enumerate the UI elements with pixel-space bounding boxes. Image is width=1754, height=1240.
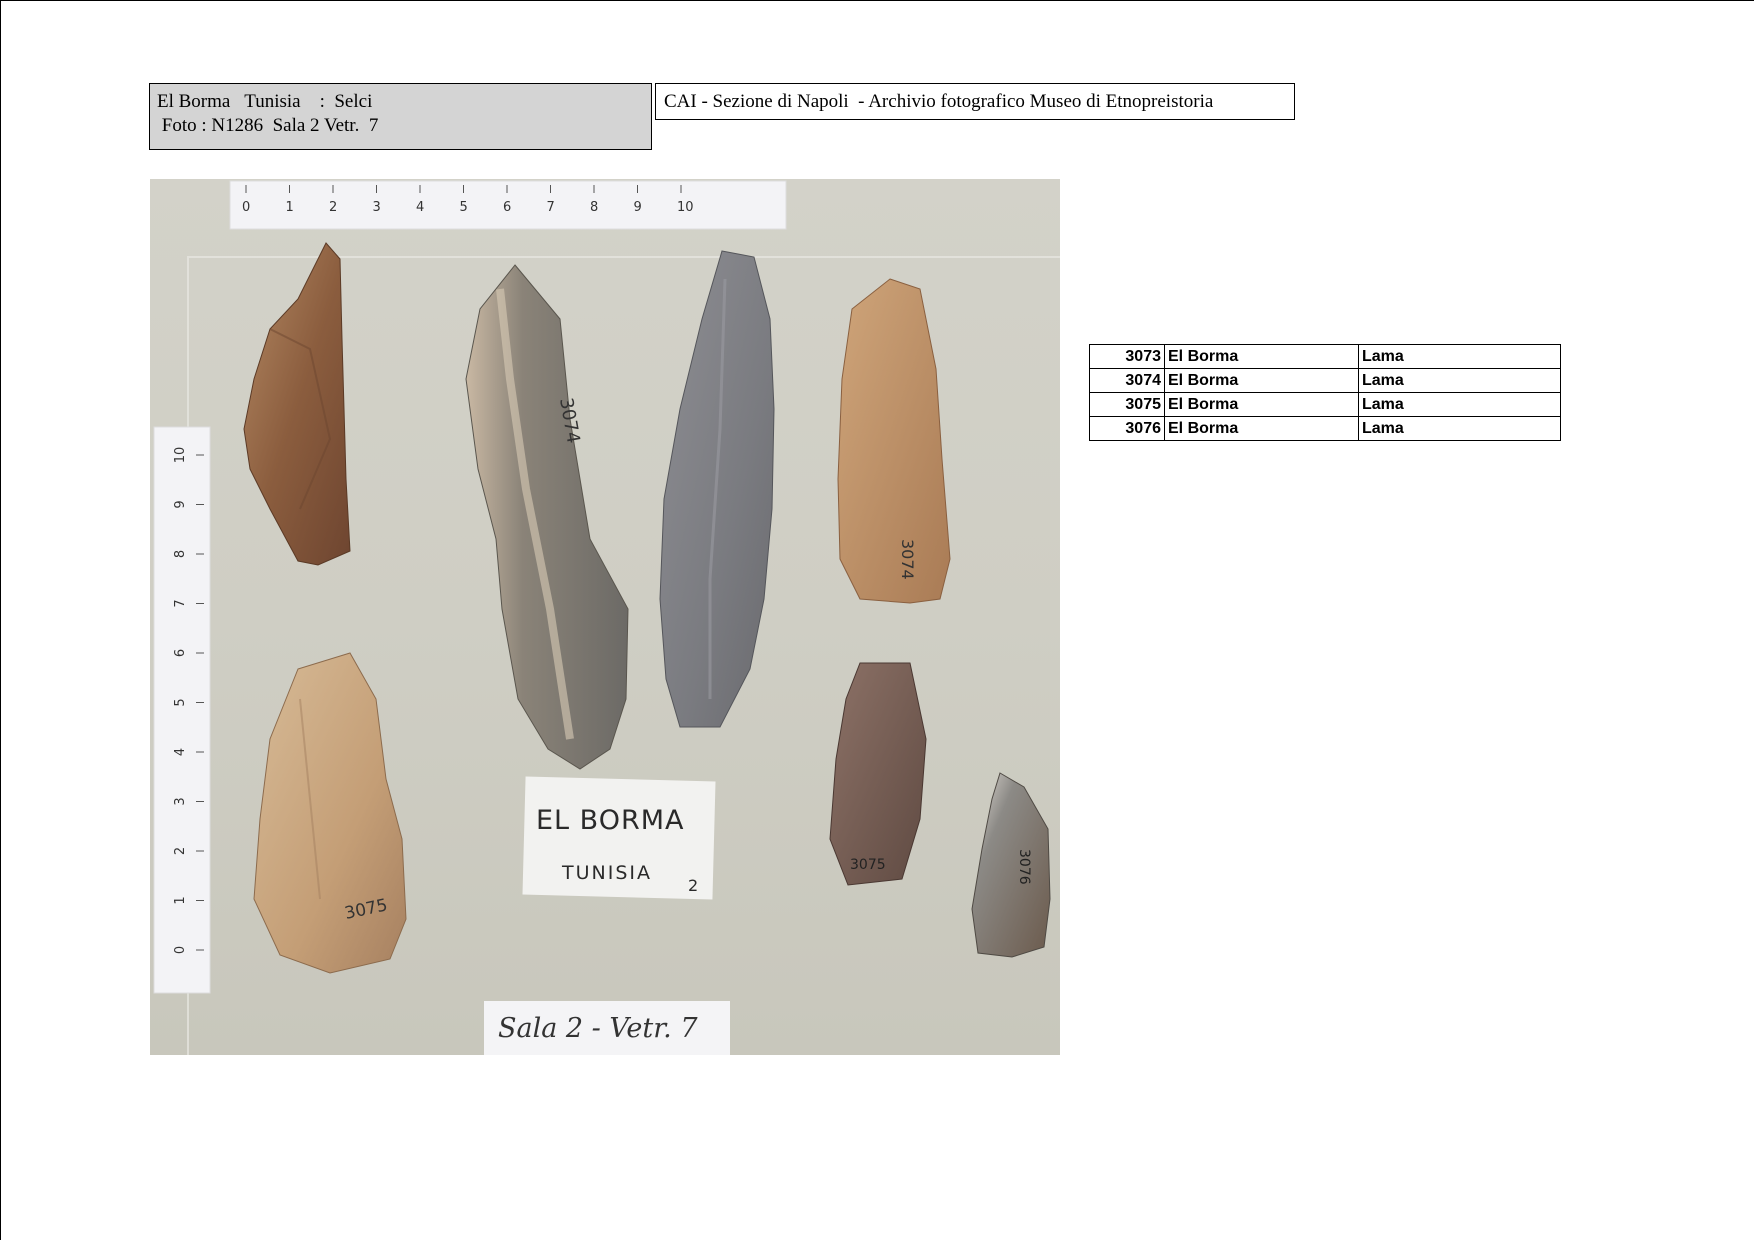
ruler-top-tick-label: 1 bbox=[286, 200, 294, 215]
ruler-left-tick-label: 1 bbox=[173, 896, 188, 904]
catalog-type-cell: Lama bbox=[1358, 368, 1561, 393]
catalog-table-body: 3073 El Borma Lama 3074 El Borma Lama 3075 El B… bbox=[1089, 344, 1561, 441]
ruler-top-tick-label: 9 bbox=[634, 200, 642, 215]
artifact-photo: 0 1 2 3 4 5 6 7 8 9 10 10 9 8 7 6 5 4 3 2 1 0 3074 3074 bbox=[150, 179, 1060, 1055]
ruler-top-tick-label: 6 bbox=[503, 200, 511, 215]
ruler-left-tick-label: 6 bbox=[173, 649, 188, 657]
catalog-number-cell: 3074 bbox=[1089, 368, 1165, 393]
ruler-top-tick-label: 5 bbox=[460, 200, 468, 215]
artifact-blade-3075: 3075 bbox=[253, 652, 407, 974]
ruler-top-tick-label: 7 bbox=[547, 200, 555, 215]
ruler-left-tick-label: 2 bbox=[173, 847, 188, 855]
catalog-number-cell: 3075 bbox=[1089, 392, 1165, 417]
catalog-type-cell: Lama bbox=[1358, 416, 1561, 441]
info-line-photo: Foto : N1286 Sala 2 Vetr. 7 bbox=[157, 115, 379, 136]
label-card-country: TUNISIA bbox=[561, 862, 652, 884]
ruler-left-tick-label: 0 bbox=[173, 946, 188, 954]
catalog-site-cell: El Borma bbox=[1164, 392, 1359, 417]
label-card-title: EL BORMA bbox=[536, 805, 685, 836]
archive-box: CAI - Sezione di Napoli - Archivio fotog… bbox=[655, 83, 1295, 120]
catalog-number-cell: 3076 bbox=[1089, 416, 1165, 441]
ruler-left-tick-label: 5 bbox=[173, 698, 188, 706]
ruler-top-tick-label: 3 bbox=[373, 200, 381, 215]
info-box: El Borma Tunisia : Selci Foto : N1286 Sa… bbox=[149, 83, 652, 150]
catalog-table: 3073 El Borma Lama 3074 El Borma Lama 3075 El B… bbox=[1089, 344, 1561, 441]
ruler-top-tick-label: 2 bbox=[329, 200, 337, 215]
catalog-type-cell: Lama bbox=[1358, 392, 1561, 417]
archive-title: CAI - Sezione di Napoli - Archivio fotog… bbox=[664, 91, 1214, 112]
ruler-top-tick-label: 4 bbox=[416, 200, 424, 215]
artifact-number-label-right: 3074 bbox=[898, 539, 917, 580]
ruler-left: 109876543210 bbox=[153, 426, 211, 994]
ruler-left-tick-label: 9 bbox=[173, 500, 188, 508]
ruler-left-tick-label: 10 bbox=[173, 447, 188, 464]
catalog-site-cell: El Borma bbox=[1164, 344, 1359, 369]
catalog-row: 3075 El Borma Lama bbox=[1089, 392, 1561, 417]
artifact-blade-3074: 3074 bbox=[465, 264, 629, 770]
artifact-blade-grey bbox=[659, 250, 775, 728]
catalog-site-cell: El Borma bbox=[1164, 368, 1359, 393]
ruler-left-tick-label: 8 bbox=[173, 550, 188, 558]
catalog-site-cell: El Borma bbox=[1164, 416, 1359, 441]
catalog-row: 3074 El Borma Lama bbox=[1089, 368, 1561, 393]
ruler-top-tick-label: 10 bbox=[677, 200, 694, 215]
ruler-top-tick-label: 8 bbox=[590, 200, 598, 215]
info-line-site: El Borma Tunisia : Selci bbox=[157, 91, 373, 112]
ruler-left-tick-label: 3 bbox=[173, 797, 188, 805]
ruler-top-tick-label: 0 bbox=[242, 200, 250, 215]
sala-card: Sala 2 - Vetr. 7 bbox=[484, 1001, 730, 1055]
artifact-blade-small-dark: 3075 bbox=[829, 662, 927, 886]
catalog-number-cell: 3073 bbox=[1089, 344, 1165, 369]
ruler-left-tick-label: 4 bbox=[173, 748, 188, 756]
sala-card-text: Sala 2 - Vetr. 7 bbox=[498, 1013, 698, 1044]
catalog-type-cell: Lama bbox=[1358, 344, 1561, 369]
catalog-row: 3076 El Borma Lama bbox=[1089, 416, 1561, 441]
artifact-blade-3076-top: 3074 bbox=[837, 278, 951, 604]
artifact-number-small: 3075 bbox=[850, 857, 886, 873]
ruler-left-tick-label: 7 bbox=[173, 599, 188, 607]
ruler-top: 0 1 2 3 4 5 6 7 8 9 10 bbox=[229, 180, 787, 230]
label-card: EL BORMA TUNISIA 2 bbox=[522, 776, 716, 900]
artifact-blade-3076: 3076 bbox=[971, 772, 1051, 958]
artifact-number-3076: 3076 bbox=[1016, 849, 1032, 885]
label-card-number: 2 bbox=[688, 876, 698, 895]
artifact-blade-3073 bbox=[243, 242, 351, 566]
catalog-row: 3073 El Borma Lama bbox=[1089, 344, 1561, 369]
